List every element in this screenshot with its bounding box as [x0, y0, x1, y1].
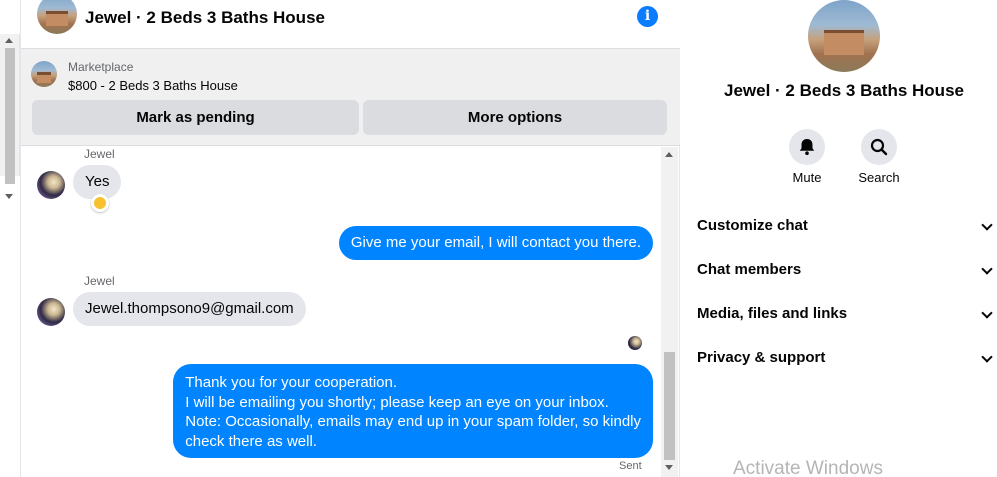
marketplace-label: Marketplace — [68, 60, 134, 74]
bell-icon — [799, 139, 815, 155]
conversation-info-panel: Jewel · 2 Beds 3 Baths House Mute Search… — [681, 0, 997, 477]
section-privacy-support[interactable]: Privacy & support — [697, 347, 995, 371]
chat-column: Jewel · 2 Beds 3 Baths House i Marketpla… — [20, 0, 680, 477]
chevron-down-icon — [981, 263, 993, 275]
message-bubble-outgoing[interactable]: Give me your email, I will contact you t… — [338, 226, 653, 260]
message-bubble-incoming[interactable]: Jewel.thompsono9@gmail.com — [73, 292, 306, 326]
avatar[interactable] — [37, 298, 65, 326]
search-button[interactable] — [861, 129, 897, 165]
listing-avatar[interactable] — [37, 0, 77, 34]
listing-price-title[interactable]: $800 - 2 Beds 3 Baths House — [68, 78, 238, 93]
avatar[interactable] — [37, 171, 65, 199]
section-label: Media, files and links — [697, 305, 848, 322]
section-label: Customize chat — [697, 217, 808, 234]
search-label: Search — [858, 170, 900, 185]
search-icon — [870, 138, 888, 156]
more-options-button[interactable]: More options — [363, 100, 667, 135]
scrollbar-thumb[interactable] — [664, 352, 675, 460]
section-label: Chat members — [697, 261, 802, 278]
mute-label: Mute — [792, 170, 822, 185]
marketplace-panel: Marketplace $800 - 2 Beds 3 Baths House … — [21, 48, 680, 146]
profile-name: Jewel · 2 Beds 3 Baths House — [724, 81, 964, 100]
outer-scrollbar[interactable] — [0, 34, 20, 199]
chat-title[interactable]: Jewel · 2 Beds 3 Baths House — [85, 8, 325, 28]
scroll-up-arrow[interactable] — [665, 152, 673, 157]
section-chat-members[interactable]: Chat members — [697, 259, 995, 283]
message-bubble-outgoing[interactable]: Thank you for your cooperation. I will b… — [173, 364, 653, 458]
mute-button[interactable] — [789, 129, 825, 165]
section-label: Privacy & support — [697, 349, 826, 366]
section-media-files-links[interactable]: Media, files and links — [697, 303, 995, 327]
section-customize-chat[interactable]: Customize chat — [697, 215, 995, 239]
message-list[interactable]: Jewel Yes Give me your email, I will con… — [21, 147, 661, 477]
mark-as-pending-button[interactable]: Mark as pending — [32, 100, 359, 135]
chevron-down-icon — [981, 307, 993, 319]
listing-thumbnail[interactable] — [31, 61, 57, 87]
scroll-down-arrow[interactable] — [665, 465, 673, 470]
message-line: Note: Occasionally, emails may end up in… — [185, 413, 641, 430]
messages-scrollbar[interactable] — [661, 147, 678, 477]
message-line: I will be emailing you shortly; please k… — [185, 393, 609, 411]
profile-avatar[interactable] — [808, 0, 880, 72]
like-reaction-icon[interactable] — [91, 194, 109, 212]
scroll-down-arrow[interactable] — [5, 194, 13, 199]
message-line: check there as well. — [185, 432, 317, 450]
message-line: Thank you for your cooperation. — [185, 374, 398, 391]
scroll-up-arrow[interactable] — [5, 38, 13, 43]
activate-windows-watermark: Activate Windows — [733, 458, 883, 477]
sender-name: Jewel — [84, 274, 115, 288]
chevron-down-icon — [981, 351, 993, 363]
chevron-down-icon — [981, 219, 993, 231]
scrollbar-thumb[interactable] — [5, 48, 15, 184]
sent-status: Sent — [619, 460, 642, 472]
chat-header: Jewel · 2 Beds 3 Baths House i — [21, 0, 680, 48]
seen-indicator-avatar — [628, 336, 642, 350]
info-icon[interactable]: i — [637, 6, 658, 27]
sender-name: Jewel — [84, 147, 115, 161]
